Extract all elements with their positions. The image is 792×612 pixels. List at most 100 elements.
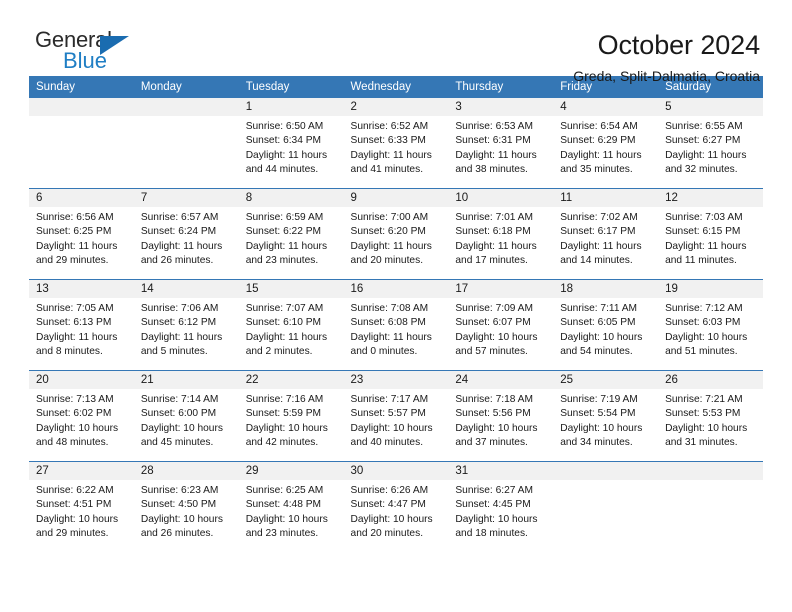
calendar-day-cell[interactable]: 9 Sunrise: 7:00 AM Sunset: 6:20 PM Daylight… — [343, 189, 449, 279]
sunset-text: Sunset: 6:10 PM — [245, 317, 322, 329]
calendar-day-cell[interactable]: 3 Sunrise: 6:53 AM Sunset: 6:31 PM Daylight… — [448, 98, 554, 188]
calendar-day-cell[interactable]: 29 Sunrise: 6:25 AM Sunset: 4:48 PM Dayligh… — [238, 462, 344, 552]
daylight-text-line2: and 29 minutes. — [36, 255, 109, 267]
daylight-text-line1: Daylight: 10 hours — [245, 422, 328, 434]
day-number: 23 — [343, 371, 449, 389]
daylight-text-line1: Daylight: 11 hours — [350, 331, 432, 343]
calendar-day-cell[interactable]: 4 Sunrise: 6:54 AM Sunset: 6:29 PM Daylight… — [553, 98, 659, 188]
daylight-text-line2: and 14 minutes. — [560, 255, 633, 267]
calendar-day-cell[interactable]: 2 Sunrise: 6:52 AM Sunset: 6:33 PM Daylight… — [343, 98, 449, 188]
day-number — [133, 98, 239, 116]
daylight-text-line2: and 51 minutes. — [665, 346, 738, 358]
sunrise-text: Sunrise: 7:09 AM — [455, 303, 533, 314]
day-details: Sunrise: 7:14 AM Sunset: 6:00 PM Daylight:… — [134, 389, 239, 451]
daylight-text-line2: and 40 minutes. — [350, 437, 424, 449]
calendar-day-cell[interactable]: 22 Sunrise: 7:16 AM Sunset: 5:59 PM Dayligh… — [238, 371, 344, 461]
calendar-day-cell[interactable]: 30 Sunrise: 6:26 AM Sunset: 4:47 PM Dayligh… — [343, 462, 449, 552]
daylight-text-line1: Daylight: 10 hours — [36, 422, 119, 434]
calendar-day-cell[interactable]: 16 Sunrise: 7:08 AM Sunset: 6:08 PM Dayligh… — [343, 280, 449, 370]
daylight-text-line1: Daylight: 11 hours — [245, 149, 328, 161]
weekday-header-tuesday: Tuesday — [238, 76, 344, 98]
day-details: Sunrise: 7:09 AM Sunset: 6:07 PM Daylight:… — [448, 298, 553, 360]
calendar-day-cell[interactable]: 19 Sunrise: 7:12 AM Sunset: 6:03 PM Dayligh… — [658, 280, 763, 370]
title-block: October 2024 Greda, Split-Dalmatia, Croa… — [573, 28, 763, 87]
calendar-day-cell[interactable]: 12 Sunrise: 7:03 AM Sunset: 6:15 PM Dayligh… — [658, 189, 763, 279]
calendar-day-cell[interactable]: 10 Sunrise: 7:01 AM Sunset: 6:18 PM Dayligh… — [448, 189, 554, 279]
calendar-day-cell[interactable]: 8 Sunrise: 6:59 AM Sunset: 6:22 PM Daylight… — [238, 189, 344, 279]
daylight-text-line2: and 20 minutes. — [350, 528, 424, 540]
sunrise-text: Sunrise: 6:55 AM — [665, 121, 743, 132]
day-details: Sunrise: 7:11 AM Sunset: 6:05 PM Daylight:… — [553, 298, 658, 360]
day-details: Sunrise: 7:07 AM Sunset: 6:10 PM Daylight:… — [239, 298, 344, 360]
day-number: 1 — [238, 98, 344, 116]
calendar-week-row: 13 Sunrise: 7:05 AM Sunset: 6:13 PM Dayligh… — [29, 279, 763, 371]
calendar-day-cell[interactable]: 6 Sunrise: 6:56 AM Sunset: 6:25 PM Daylight… — [29, 189, 134, 279]
day-number: 26 — [658, 371, 763, 389]
calendar-day-cell[interactable]: 21 Sunrise: 7:14 AM Sunset: 6:00 PM Dayligh… — [133, 371, 239, 461]
daylight-text-line1: Daylight: 11 hours — [36, 240, 118, 252]
day-number: 3 — [448, 98, 554, 116]
sunrise-text: Sunrise: 6:59 AM — [245, 212, 324, 223]
daylight-text-line2: and 54 minutes. — [560, 346, 633, 358]
day-number: 30 — [343, 462, 449, 480]
sunset-text: Sunset: 6:07 PM — [455, 317, 531, 329]
sunset-text: Sunset: 4:51 PM — [36, 499, 112, 511]
sunrise-text: Sunrise: 7:07 AM — [245, 303, 324, 314]
day-number: 21 — [133, 371, 239, 389]
sunrise-text: Sunrise: 6:22 AM — [36, 485, 114, 496]
sunset-text: Sunset: 6:25 PM — [36, 226, 112, 238]
daylight-text-line1: Daylight: 11 hours — [455, 149, 537, 161]
daylight-text-line2: and 35 minutes. — [560, 164, 633, 176]
calendar-day-cell[interactable]: 26 Sunrise: 7:21 AM Sunset: 5:53 PM Dayligh… — [658, 371, 763, 461]
page-header: General Blue October 2024 Greda, Split-D… — [29, 0, 763, 85]
daylight-text-line1: Daylight: 10 hours — [455, 422, 538, 434]
calendar-day-cell[interactable]: 25 Sunrise: 7:19 AM Sunset: 5:54 PM Dayligh… — [553, 371, 659, 461]
calendar-day-cell[interactable]: 27 Sunrise: 6:22 AM Sunset: 4:51 PM Dayligh… — [29, 462, 134, 552]
calendar-day-cell[interactable]: 17 Sunrise: 7:09 AM Sunset: 6:07 PM Dayligh… — [448, 280, 554, 370]
sunrise-text: Sunrise: 7:19 AM — [560, 394, 638, 405]
day-details: Sunrise: 6:54 AM Sunset: 6:29 PM Daylight:… — [553, 116, 658, 178]
sunset-text: Sunset: 5:56 PM — [455, 408, 531, 420]
calendar-day-cell[interactable]: 18 Sunrise: 7:11 AM Sunset: 6:05 PM Dayligh… — [553, 280, 659, 370]
sunset-text: Sunset: 6:15 PM — [665, 226, 741, 238]
calendar-day-cell[interactable]: 28 Sunrise: 6:23 AM Sunset: 4:50 PM Dayligh… — [133, 462, 239, 552]
calendar-day-cell[interactable]: 13 Sunrise: 7:05 AM Sunset: 6:13 PM Dayligh… — [29, 280, 134, 370]
daylight-text-line2: and 29 minutes. — [36, 528, 109, 540]
calendar-day-cell[interactable]: 20 Sunrise: 7:13 AM Sunset: 6:02 PM Dayligh… — [29, 371, 134, 461]
day-number: 9 — [343, 189, 449, 207]
calendar-day-cell[interactable]: 1 Sunrise: 6:50 AM Sunset: 6:34 PM Daylight… — [238, 98, 344, 188]
calendar-day-cell[interactable]: 11 Sunrise: 7:02 AM Sunset: 6:17 PM Dayligh… — [553, 189, 659, 279]
daylight-text-line2: and 38 minutes. — [455, 164, 528, 176]
daylight-text-line1: Daylight: 10 hours — [36, 513, 119, 525]
day-number: 20 — [29, 371, 134, 389]
sunrise-text: Sunrise: 7:18 AM — [455, 394, 533, 405]
sunrise-text: Sunrise: 6:25 AM — [245, 485, 324, 496]
day-number: 11 — [553, 189, 659, 207]
daylight-text-line2: and 0 minutes. — [350, 346, 418, 358]
sunrise-text: Sunrise: 7:17 AM — [350, 394, 429, 405]
sunrise-text: Sunrise: 7:06 AM — [140, 303, 219, 314]
calendar-day-cell[interactable]: 24 Sunrise: 7:18 AM Sunset: 5:56 PM Dayligh… — [448, 371, 554, 461]
calendar-day-cell[interactable]: 15 Sunrise: 7:07 AM Sunset: 6:10 PM Dayligh… — [238, 280, 344, 370]
day-number: 29 — [238, 462, 344, 480]
daylight-text-line1: Daylight: 10 hours — [560, 331, 643, 343]
day-details: Sunrise: 7:12 AM Sunset: 6:03 PM Daylight:… — [658, 298, 763, 360]
day-number: 24 — [448, 371, 554, 389]
day-number: 27 — [29, 462, 134, 480]
day-number — [29, 98, 134, 116]
sunrise-text: Sunrise: 7:16 AM — [245, 394, 324, 405]
calendar-day-cell[interactable]: 31 Sunrise: 6:27 AM Sunset: 4:45 PM Dayligh… — [448, 462, 554, 552]
sunset-text: Sunset: 6:24 PM — [140, 226, 217, 238]
day-details: Sunrise: 6:27 AM Sunset: 4:45 PM Daylight:… — [448, 480, 553, 542]
calendar-day-cell[interactable]: 7 Sunrise: 6:57 AM Sunset: 6:24 PM Daylight… — [133, 189, 239, 279]
calendar-day-cell[interactable]: 5 Sunrise: 6:55 AM Sunset: 6:27 PM Daylight… — [658, 98, 763, 188]
daylight-text-line1: Daylight: 10 hours — [140, 513, 223, 525]
calendar-day-cell[interactable]: 14 Sunrise: 7:06 AM Sunset: 6:12 PM Dayligh… — [133, 280, 239, 370]
daylight-text-line1: Daylight: 10 hours — [665, 331, 748, 343]
calendar-week-row: 27 Sunrise: 6:22 AM Sunset: 4:51 PM Dayligh… — [29, 461, 763, 552]
day-number: 2 — [343, 98, 449, 116]
calendar-day-cell[interactable]: 23 Sunrise: 7:17 AM Sunset: 5:57 PM Dayligh… — [343, 371, 449, 461]
sunrise-text: Sunrise: 7:01 AM — [455, 212, 533, 223]
day-number: 12 — [658, 189, 763, 207]
daylight-text-line2: and 48 minutes. — [36, 437, 109, 449]
